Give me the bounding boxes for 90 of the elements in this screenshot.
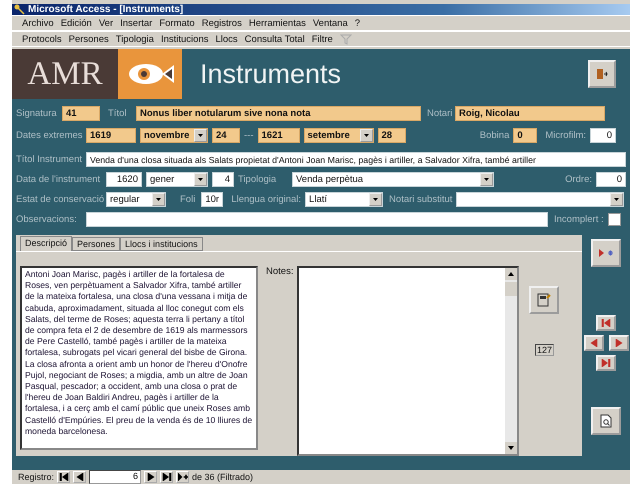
save-icon (537, 293, 552, 307)
record-label: Registro: (18, 472, 54, 482)
print-preview-icon (600, 414, 612, 428)
field-label: Notari substitut (389, 194, 452, 205)
combo-field[interactable]: regular (106, 192, 166, 207)
scrollbar[interactable] (505, 268, 518, 454)
record-number-field[interactable]: 6 (89, 470, 142, 484)
toolbar-item[interactable]: Persones (68, 34, 109, 44)
menu-item[interactable]: Archivo (22, 18, 54, 29)
menu-item[interactable]: Registros (202, 18, 242, 29)
combo-field[interactable]: Venda perpètua (292, 172, 494, 187)
logo-text: AMR (12, 49, 118, 99)
menu-item[interactable]: Ventana (312, 18, 348, 29)
triangle-icon (146, 473, 156, 481)
exit-door-icon (596, 68, 608, 80)
record-total: de 36 (Filtrado) (192, 472, 254, 482)
triangle-icon (58, 473, 69, 481)
triangle-icon (601, 359, 611, 367)
field-label: Incomplert : (554, 214, 604, 225)
checkbox[interactable] (608, 213, 621, 226)
field-label: Bobina (480, 130, 510, 141)
menu-item[interactable]: Formato (159, 18, 195, 29)
field-label: Llengua original: (231, 194, 302, 205)
field-label: Foli (180, 194, 196, 205)
new-record-icon (599, 249, 613, 257)
text-field[interactable]: 28 (378, 128, 406, 143)
text-field[interactable]: 0 (590, 128, 616, 143)
combo-field[interactable]: Llatí (305, 192, 384, 207)
triangle-icon (601, 319, 611, 327)
text-field[interactable]: 1619 (86, 128, 136, 143)
key-icon (14, 4, 25, 16)
combo-field[interactable]: novembre (140, 128, 208, 143)
text-field[interactable]: 10r (201, 192, 224, 207)
tab[interactable]: Descripció (20, 236, 72, 251)
menu-item[interactable]: Edición (60, 18, 92, 29)
toolbar-item[interactable]: Consulta Total (244, 34, 305, 44)
toolbar-item[interactable]: Protocols (22, 34, 62, 44)
text-field[interactable]: Venda d'una closa situada als Salats propietat d'Antoni Joan Marisc, pagès i artiller, a Salvador Xifra, també artiller (86, 152, 626, 167)
field-label: Signatura (16, 108, 58, 119)
next-record-button[interactable] (608, 335, 628, 351)
text-field[interactable] (86, 212, 548, 227)
field-label: Data de l'instrument (16, 174, 102, 185)
toolbar-item[interactable]: Tipologia (116, 34, 154, 44)
combo-field[interactable]: gener (146, 172, 208, 187)
menu-item[interactable]: Herramientas (248, 18, 306, 29)
text-field[interactable]: Roig, Nicolau (455, 106, 605, 121)
field-label: Notari (427, 108, 451, 119)
toolbar-item[interactable]: Institucions (160, 34, 208, 44)
text-field[interactable]: 0 (596, 172, 626, 187)
menu-item[interactable]: Insertar (120, 18, 152, 29)
save-button[interactable] (529, 286, 560, 314)
date-separator: --- (244, 130, 254, 141)
triangle-icon (588, 339, 598, 347)
text-field[interactable]: 0 (513, 128, 538, 143)
field-label: Estat de conservació (16, 194, 102, 205)
toolbar-item[interactable]: Llocs (215, 34, 238, 44)
field-label: Dates extremes (16, 130, 82, 141)
text-field[interactable]: 24 (212, 128, 240, 143)
fish-logo-icon (118, 49, 182, 99)
triangle-icon (74, 473, 85, 481)
field-label: Títol (108, 108, 128, 119)
menu-item[interactable]: ? (354, 18, 360, 29)
tab[interactable]: Persones (72, 237, 120, 251)
record-counter: 127 (534, 344, 554, 356)
field-label: Observacions: (16, 214, 78, 225)
field-label: Ordre: (565, 174, 592, 185)
description-field[interactable]: Antoni Joan Marisc, pagès i artiller de la fortalesa de Roses, ven perpètuament a Salvador Xifra, també artiller de la mateixa fortalesa, una closa d'una vessana i mitja de cabuda, aproximadament, situada al lloc conegut com els Salats, del terme de Roses; aquesta terra li pertany a títol de compra feta el 2 de desembre de 1619 als marmessors de Pere Castelló, també pagès i artiller de la mateixa fortalesa, subrogats pel vicari general del bisbe de Girona. La closa afronta a orient amb un honor de l'hereu d'Onofre Pujol, negociant de Roses; a migdia, amb un altre de Joan Pasqual, pescador; a occident, amb una closa o prat de l'hereu de Joan Baldiri Andreu, pagès i artiller de la fortalesa, i a cerç amb el camí públic que uneix Roses amb Castelló d'Empúries. El preu de la venda és de 10 lliures de moneda barcelonesa. (20, 266, 258, 450)
text-field[interactable]: 1621 (258, 128, 300, 143)
form-title: Instruments (199, 58, 342, 90)
exit-button[interactable] (588, 60, 616, 88)
triangle-icon (614, 339, 624, 347)
text-field[interactable]: 41 (62, 106, 100, 121)
text-field[interactable]: 4 (212, 172, 234, 187)
menu-item[interactable]: Ver (98, 18, 114, 29)
previous-record-button[interactable] (584, 335, 604, 351)
window-title: Microsoft Access - [Instruments] (28, 4, 184, 16)
toolbar-item[interactable]: Filtre (312, 34, 333, 44)
field-label: Títol Instrument (16, 154, 82, 165)
combo-field[interactable] (456, 192, 624, 207)
text-field[interactable]: Nonus liber notularum sive nona nota (136, 106, 421, 121)
triangle-icon (162, 473, 172, 481)
text-field[interactable]: 1620 (106, 172, 142, 187)
notes-field[interactable] (297, 266, 520, 456)
field-label: Microfilm: (545, 130, 586, 141)
new-record-icon (178, 473, 188, 481)
tab[interactable]: Llocs i institucions (120, 237, 203, 251)
field-label: Tipologia (238, 174, 278, 185)
print-preview-button[interactable] (591, 407, 621, 435)
combo-field[interactable]: setembre (304, 128, 374, 143)
field-label: Notes: (266, 266, 294, 279)
